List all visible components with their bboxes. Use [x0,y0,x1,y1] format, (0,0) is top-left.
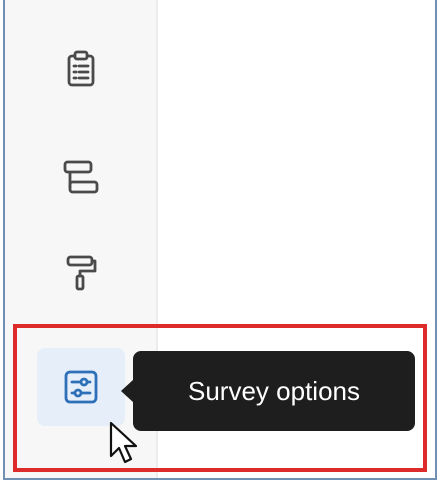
sidebar-item-look-and-feel[interactable] [37,234,125,312]
tooltip-label: Survey options [188,375,360,406]
sidebar-item-survey-options[interactable] [37,348,125,426]
sidebar-item-layout[interactable] [37,138,125,216]
sliders-icon [64,370,98,404]
sidebar-item-questions[interactable] [37,30,125,108]
paint-roller-icon [66,255,97,291]
tooltip: Survey options [133,351,415,431]
layout-icon [63,160,99,194]
mouse-cursor-icon [109,421,138,464]
clipboard-icon [67,50,95,87]
